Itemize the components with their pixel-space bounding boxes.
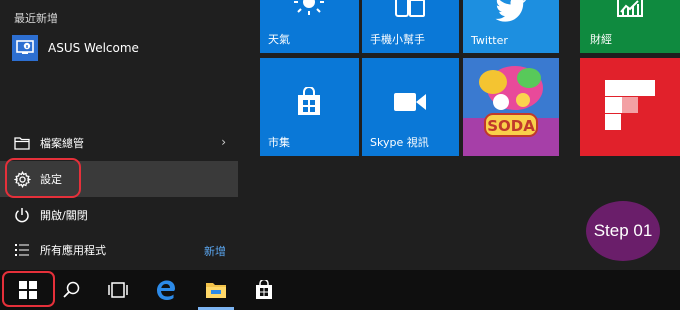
tile-twitter-label: Twitter	[471, 34, 508, 47]
task-view-icon	[108, 282, 128, 298]
tile-candy-crush-soda[interactable]: SODA	[463, 58, 559, 156]
search-button[interactable]	[52, 270, 92, 310]
tile-finance-label: 財經	[590, 33, 612, 46]
menu-item-power[interactable]: 開啟/關閉	[0, 197, 238, 233]
tile-skype-video[interactable]: Skype 視訊	[362, 58, 459, 156]
tile-weather[interactable]: 天氣	[260, 0, 359, 53]
tile-weather-label: 天氣	[268, 33, 290, 46]
store-bag-icon	[293, 86, 325, 118]
flipboard-icon	[605, 80, 655, 130]
tile-phone-companion-label: 手機小幫手	[370, 33, 425, 46]
twitter-bird-icon	[493, 0, 529, 24]
start-menu-left-pane: 最近新增 ASUS Welcome 檔案總管 › 設定 開啟/關閉 所有應用程式…	[0, 0, 238, 270]
start-button-highlight-outline	[2, 271, 55, 307]
sun-icon	[294, 0, 324, 20]
store-icon	[256, 280, 272, 299]
edge-icon	[157, 280, 175, 300]
new-apps-badge: 新增	[204, 245, 226, 258]
menu-item-all-apps-label: 所有應用程式	[40, 244, 106, 257]
step-badge: Step 01	[586, 201, 660, 261]
list-icon	[12, 240, 32, 260]
edge-button[interactable]	[146, 270, 186, 310]
tile-flipboard[interactable]	[580, 58, 680, 156]
search-icon	[63, 281, 80, 298]
tile-store[interactable]: 市集	[260, 58, 359, 156]
tile-store-label: 市集	[268, 136, 290, 149]
candy-crush-artwork: SODA	[463, 58, 559, 156]
file-explorer-button[interactable]	[196, 270, 236, 310]
menu-item-power-label: 開啟/關閉	[40, 209, 88, 222]
recently-added-heading: 最近新增	[14, 12, 58, 25]
app-asus-welcome-label: ASUS Welcome	[48, 41, 139, 55]
tile-finance[interactable]: 財經	[580, 0, 680, 53]
menu-item-file-explorer[interactable]: 檔案總管 ›	[0, 125, 238, 161]
menu-item-file-explorer-label: 檔案總管	[40, 137, 84, 150]
tile-phone-companion[interactable]: 手機小幫手	[362, 0, 459, 53]
tile-skype-video-label: Skype 視訊	[370, 136, 429, 149]
phone-icon	[392, 0, 428, 20]
chart-icon	[616, 0, 644, 20]
video-camera-icon	[392, 90, 428, 114]
settings-highlight-outline	[5, 158, 81, 198]
folder-icon	[12, 133, 32, 153]
app-asus-welcome[interactable]: ASUS Welcome	[0, 31, 238, 65]
file-explorer-icon	[206, 283, 226, 298]
power-icon	[12, 205, 32, 225]
asus-welcome-icon	[12, 35, 38, 61]
store-taskbar-button[interactable]	[244, 270, 284, 310]
menu-item-all-apps[interactable]: 所有應用程式 新增	[0, 232, 238, 268]
chevron-right-icon[interactable]: ›	[221, 135, 226, 149]
taskbar	[0, 270, 680, 310]
task-view-button[interactable]	[98, 270, 138, 310]
tile-twitter[interactable]: Twitter	[463, 0, 559, 53]
candy-soda-logo-text: SODA	[487, 117, 535, 135]
